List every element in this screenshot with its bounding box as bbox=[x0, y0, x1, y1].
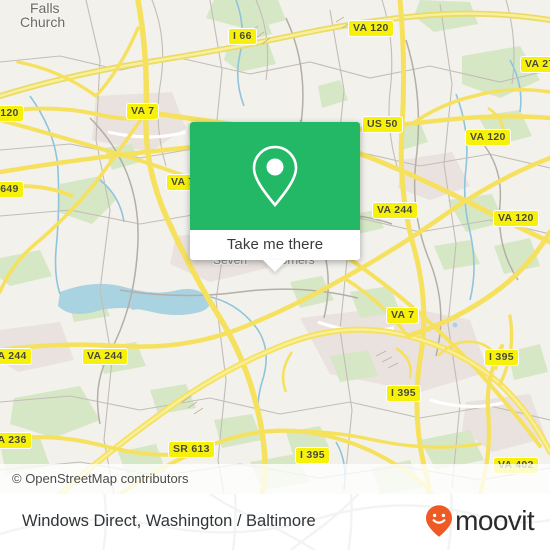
openstreetmap-attribution[interactable]: © OpenStreetMap contributors bbox=[12, 470, 189, 487]
map-pin-icon bbox=[252, 145, 298, 208]
road-shield[interactable]: I 395 bbox=[386, 385, 421, 402]
road-shield[interactable]: US 50 bbox=[362, 116, 403, 133]
take-me-there-callout[interactable]: Take me there bbox=[190, 122, 360, 272]
road-shield[interactable]: VA 27 bbox=[520, 56, 550, 73]
road-shield[interactable]: I 66 bbox=[228, 28, 257, 45]
road-shield[interactable]: VA 120 bbox=[348, 20, 394, 37]
road-shield[interactable]: VA 244 bbox=[82, 348, 128, 365]
moovit-logo[interactable]: moovit bbox=[424, 505, 535, 537]
road-shield[interactable]: VA 120 bbox=[465, 129, 511, 146]
road-shield[interactable]: SR 613 bbox=[168, 441, 215, 458]
map-attribution-bar: © OpenStreetMap contributors bbox=[0, 464, 550, 494]
road-shield[interactable]: VA 244 bbox=[0, 348, 32, 365]
callout-pointer bbox=[263, 260, 287, 272]
map-canvas[interactable]: Falls Church Seven Corners I 66 VA 120 V… bbox=[0, 0, 550, 494]
take-me-there-label: Take me there bbox=[226, 236, 324, 253]
road-shield[interactable]: VA 244 bbox=[372, 202, 418, 219]
footer-bar: Windows Direct, Washington / Baltimore m… bbox=[0, 494, 550, 550]
moovit-smiley-pin-icon bbox=[426, 505, 453, 537]
callout-action-panel[interactable]: Take me there bbox=[190, 230, 360, 260]
road-shield[interactable]: VA 649 bbox=[0, 181, 24, 198]
place-label-church: Church bbox=[20, 14, 66, 30]
road-shield[interactable]: VA 7 bbox=[126, 103, 160, 120]
road-shield[interactable]: I 395 bbox=[484, 349, 519, 366]
station-title: Windows Direct, Washington / Baltimore bbox=[22, 512, 316, 530]
road-shield[interactable]: I 395 bbox=[295, 447, 330, 464]
road-shield[interactable]: VA 120 bbox=[0, 105, 24, 122]
road-shield[interactable]: VA 236 bbox=[0, 432, 32, 449]
callout-icon-panel bbox=[190, 122, 360, 230]
moovit-station-map-screenshot: Falls Church Seven Corners I 66 VA 120 V… bbox=[0, 0, 550, 550]
road-shield[interactable]: VA 7 bbox=[386, 307, 420, 324]
moovit-wordmark: moovit bbox=[455, 505, 534, 536]
road-shield[interactable]: VA 120 bbox=[493, 210, 539, 227]
